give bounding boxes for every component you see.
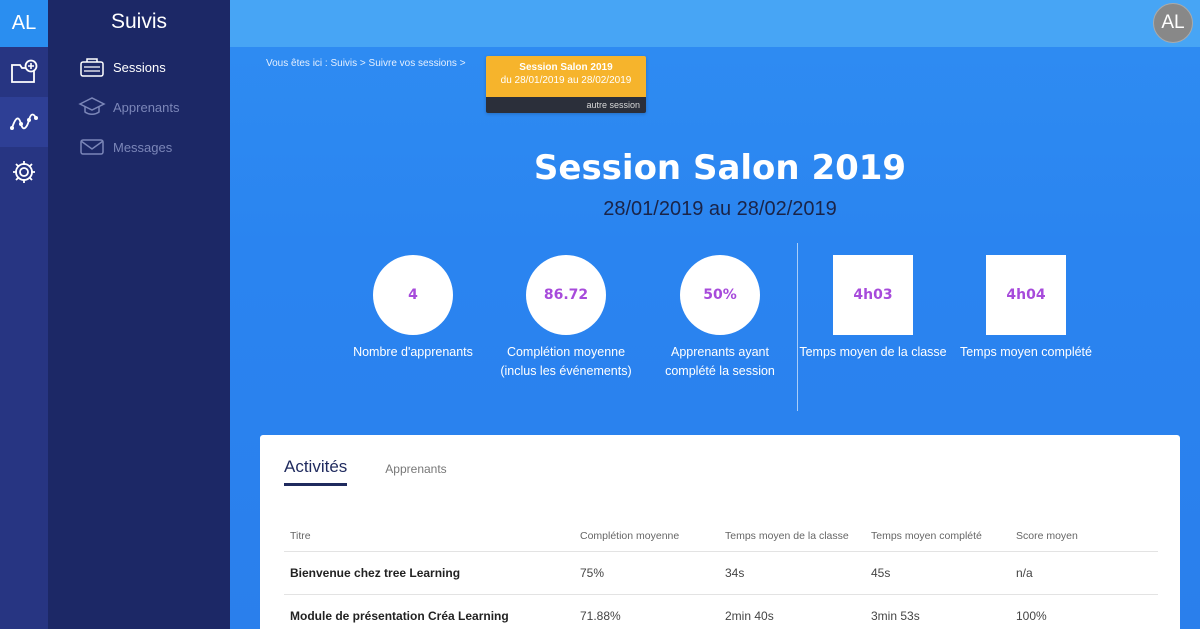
session-selector-card[interactable]: Session Salon 2019 du 28/01/2019 au 28/0… [486, 56, 646, 113]
row-title: Bienvenue chez tree Learning [284, 551, 574, 595]
stat-value: 50% [680, 255, 760, 335]
sidebar-item-label: Apprenants [113, 99, 180, 115]
table-row[interactable]: Module de présentation Créa Learning 71.… [284, 594, 1158, 629]
stat-completed-learners: 50% Apprenants ayant complété la session [640, 255, 800, 380]
tab-activites[interactable]: Activités [284, 457, 348, 486]
stat-label: Temps moyen de la classe [799, 345, 947, 359]
activities-table: Titre Complétion moyenne Temps moyen de … [284, 523, 1158, 629]
secondary-sidebar: Suivis Sessions Apprenants Messages [48, 0, 230, 629]
row-completion: 75% [574, 551, 719, 595]
table-header-row: Titre Complétion moyenne Temps moyen de … [284, 523, 1158, 552]
stat-label: Nombre d'apprenants [353, 345, 473, 359]
stat-value: 4 [373, 255, 453, 335]
sidebar-item-messages[interactable]: Messages [48, 127, 230, 167]
other-session-link[interactable]: autre session [486, 97, 646, 113]
column-header[interactable]: Complétion moyenne [574, 523, 719, 552]
tab-apprenants[interactable]: Apprenants [385, 462, 446, 486]
panel-tabs: Activités Apprenants [284, 457, 447, 486]
breadcrumb: Vous êtes ici : Suivis > Suivre vos sess… [266, 58, 466, 69]
column-header[interactable]: Titre [284, 523, 574, 552]
column-header[interactable]: Temps moyen complété [865, 523, 1010, 552]
icon-rail: AL [0, 0, 48, 629]
sidebar-item-sessions[interactable]: Sessions [48, 47, 230, 87]
row-score: n/a [1010, 551, 1158, 595]
stat-label: Apprenants ayant complété la session [665, 345, 775, 378]
gear-icon[interactable] [0, 147, 48, 197]
stat-learners-count: 4 Nombre d'apprenants [333, 255, 493, 362]
row-completed-time: 3min 53s [865, 594, 1010, 629]
column-header[interactable]: Score moyen [1010, 523, 1158, 552]
row-completed-time: 45s [865, 551, 1010, 595]
page-subtitle-dates: 28/01/2019 au 28/02/2019 [603, 198, 837, 220]
activity-icon[interactable] [0, 97, 48, 147]
row-completion: 71.88% [574, 594, 719, 629]
sidebar-item-apprenants[interactable]: Apprenants [48, 87, 230, 127]
stat-label: Complétion moyenne (inclus les événement… [500, 345, 632, 378]
avatar[interactable]: AL [1153, 3, 1193, 43]
stat-label: Temps moyen complété [959, 345, 1092, 359]
stat-completed-average-time: 4h04 Temps moyen complété [946, 255, 1106, 362]
envelope-icon [78, 135, 106, 159]
sidebar-title: Suivis [110, 10, 168, 33]
row-class-time: 2min 40s [719, 594, 865, 629]
stat-class-average-time: 4h03 Temps moyen de la classe [793, 255, 953, 362]
top-bar: AL [230, 0, 1200, 47]
row-title: Module de présentation Créa Learning [284, 594, 574, 629]
column-header[interactable]: Temps moyen de la classe [719, 523, 865, 552]
page-title: Session Salon 2019 [533, 148, 907, 188]
folder-add-icon[interactable] [0, 47, 48, 97]
sessions-icon [78, 55, 106, 79]
stat-value: 4h04 [986, 255, 1066, 335]
session-card-name: Session Salon 2019 [519, 62, 613, 73]
stat-value: 4h03 [833, 255, 913, 335]
row-class-time: 34s [719, 551, 865, 595]
stat-average-completion: 86.72 Complétion moyenne (inclus les évé… [486, 255, 646, 380]
row-score: 100% [1010, 594, 1158, 629]
session-card-header: Session Salon 2019 du 28/01/2019 au 28/0… [486, 56, 646, 97]
table-row[interactable]: Bienvenue chez tree Learning 75% 34s 45s… [284, 551, 1158, 595]
app-logo[interactable]: AL [0, 0, 48, 47]
activities-panel: Activités Apprenants Titre Complétion mo… [260, 435, 1180, 629]
stat-value: 86.72 [526, 255, 606, 335]
session-card-dates: du 28/01/2019 au 28/02/2019 [500, 75, 632, 86]
sidebar-item-label: Sessions [113, 59, 166, 75]
main-content: AL Vous êtes ici : Suivis > Suivre vos s… [230, 0, 1200, 629]
sidebar-item-label: Messages [113, 139, 173, 155]
graduation-cap-icon [78, 95, 106, 119]
